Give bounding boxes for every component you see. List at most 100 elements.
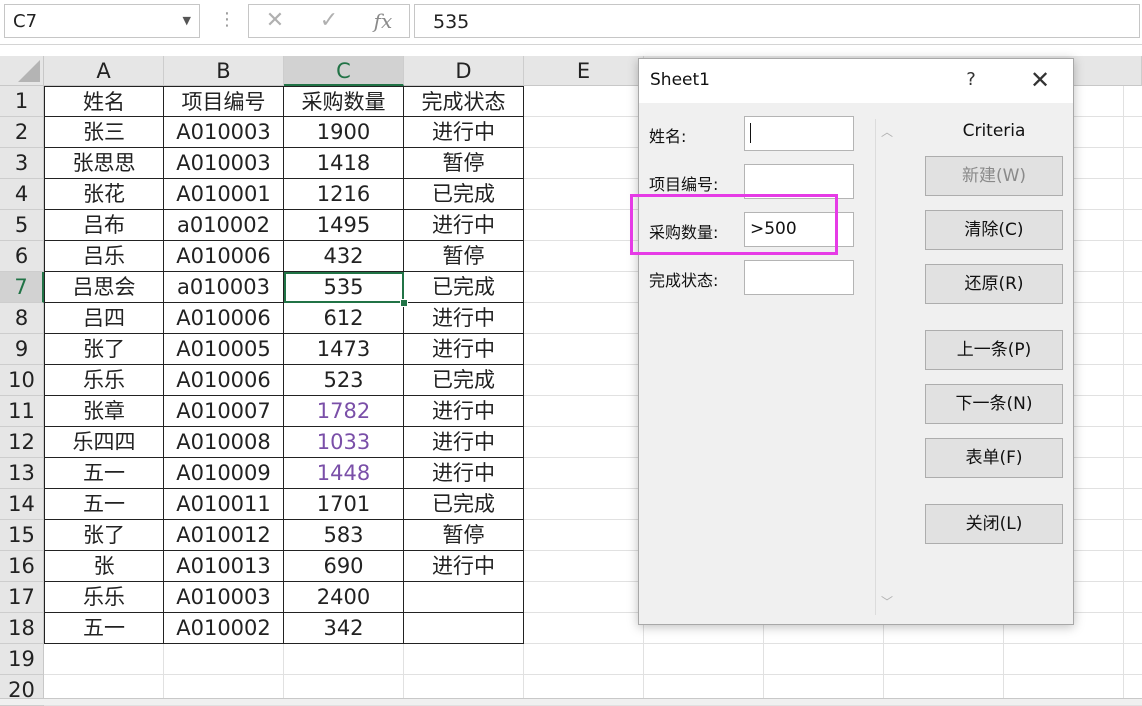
field-input-status[interactable] xyxy=(744,260,854,295)
column-header[interactable]: D xyxy=(404,56,524,86)
table-cell[interactable]: 进行中 xyxy=(404,117,524,148)
table-cell[interactable]: 进行中 xyxy=(404,458,524,489)
table-cell[interactable]: 1033 xyxy=(284,427,404,458)
table-cell[interactable] xyxy=(404,613,524,644)
table-cell[interactable]: 1701 xyxy=(284,489,404,520)
table-cell[interactable]: 乐乐 xyxy=(44,582,164,613)
table-cell[interactable]: 暂停 xyxy=(404,241,524,272)
table-cell[interactable]: 暂停 xyxy=(404,148,524,179)
select-all-corner[interactable] xyxy=(0,56,44,86)
row-header[interactable]: 3 xyxy=(0,148,44,179)
row-header[interactable]: 1 xyxy=(0,86,44,117)
form-button[interactable]: 表单(F) xyxy=(925,438,1063,478)
name-box[interactable]: C7 ▼ xyxy=(4,4,200,38)
table-cell[interactable]: 已完成 xyxy=(404,365,524,396)
formula-input[interactable]: 535 xyxy=(414,4,1140,38)
next-button[interactable]: 下一条(N) xyxy=(925,384,1063,424)
table-cell[interactable]: 乐四四 xyxy=(44,427,164,458)
row-header[interactable]: 11 xyxy=(0,396,44,427)
close-button[interactable]: 关闭(L) xyxy=(925,504,1063,544)
row-header[interactable]: 6 xyxy=(0,241,44,272)
row-header[interactable]: 5 xyxy=(0,210,44,241)
table-header-cell[interactable]: 采购数量 xyxy=(284,86,404,117)
column-header[interactable]: B xyxy=(164,56,284,86)
table-cell[interactable]: 进行中 xyxy=(404,551,524,582)
table-cell[interactable]: 1495 xyxy=(284,210,404,241)
selected-cell[interactable]: 535 xyxy=(284,272,404,303)
new-button[interactable]: 新建(W) xyxy=(925,156,1063,196)
row-header[interactable]: 2 xyxy=(0,117,44,148)
row-header[interactable]: 4 xyxy=(0,179,44,210)
table-header-cell[interactable]: 姓名 xyxy=(44,86,164,117)
row-header[interactable]: 15 xyxy=(0,520,44,551)
row-header[interactable]: 10 xyxy=(0,365,44,396)
table-cell[interactable]: 1782 xyxy=(284,396,404,427)
table-cell[interactable]: 进行中 xyxy=(404,396,524,427)
column-header[interactable]: A xyxy=(44,56,164,86)
table-cell[interactable]: 吕四 xyxy=(44,303,164,334)
table-cell[interactable]: 吕思会 xyxy=(44,272,164,303)
scroll-down-icon[interactable]: ﹀ xyxy=(881,593,893,610)
table-header-cell[interactable]: 完成状态 xyxy=(404,86,524,117)
cancel-icon[interactable]: ✕ xyxy=(255,7,295,35)
scroll-up-icon[interactable]: ︿ xyxy=(881,123,893,140)
table-header-cell[interactable]: 项目编号 xyxy=(164,86,284,117)
table-cell[interactable]: 523 xyxy=(284,365,404,396)
table-cell[interactable]: 五一 xyxy=(44,613,164,644)
prev-button[interactable]: 上一条(P) xyxy=(925,330,1063,370)
table-cell[interactable]: 1448 xyxy=(284,458,404,489)
close-icon[interactable]: ✕ xyxy=(1027,66,1053,94)
more-options-icon[interactable]: ⋮ xyxy=(218,6,236,34)
table-cell[interactable]: A010005 xyxy=(164,334,284,365)
table-cell[interactable]: 张 xyxy=(44,551,164,582)
row-header[interactable]: 8 xyxy=(0,303,44,334)
table-cell[interactable]: 已完成 xyxy=(404,489,524,520)
table-cell[interactable]: A010003 xyxy=(164,148,284,179)
dialog-titlebar[interactable]: Sheet1 ? ✕ xyxy=(639,59,1073,103)
table-cell[interactable]: 暂停 xyxy=(404,520,524,551)
column-header[interactable]: E xyxy=(524,56,644,86)
field-input-quantity[interactable]: >500 xyxy=(744,212,854,247)
row-header[interactable]: 7 xyxy=(0,272,44,303)
table-cell[interactable]: 吕布 xyxy=(44,210,164,241)
table-cell[interactable]: 583 xyxy=(284,520,404,551)
table-cell[interactable]: 吕乐 xyxy=(44,241,164,272)
table-cell[interactable]: A010011 xyxy=(164,489,284,520)
table-cell[interactable]: 1216 xyxy=(284,179,404,210)
table-cell[interactable]: 1473 xyxy=(284,334,404,365)
table-cell[interactable]: 2400 xyxy=(284,582,404,613)
table-cell[interactable]: A010002 xyxy=(164,613,284,644)
table-cell[interactable]: A010001 xyxy=(164,179,284,210)
insert-function-icon[interactable]: fx xyxy=(363,7,403,35)
table-cell[interactable]: A010006 xyxy=(164,241,284,272)
table-cell[interactable]: 1900 xyxy=(284,117,404,148)
table-cell[interactable]: A010008 xyxy=(164,427,284,458)
row-header[interactable]: 18 xyxy=(0,613,44,644)
restore-button[interactable]: 还原(R) xyxy=(925,264,1063,304)
row-header[interactable]: 12 xyxy=(0,427,44,458)
table-cell[interactable]: A010006 xyxy=(164,303,284,334)
row-header[interactable]: 14 xyxy=(0,489,44,520)
table-cell[interactable]: 612 xyxy=(284,303,404,334)
table-cell[interactable]: A010009 xyxy=(164,458,284,489)
table-cell[interactable]: 张了 xyxy=(44,334,164,365)
table-cell[interactable]: A010012 xyxy=(164,520,284,551)
table-cell[interactable]: 已完成 xyxy=(404,179,524,210)
table-cell[interactable]: a010003 xyxy=(164,272,284,303)
table-cell[interactable]: 张了 xyxy=(44,520,164,551)
table-cell[interactable]: 五一 xyxy=(44,489,164,520)
table-cell[interactable]: 342 xyxy=(284,613,404,644)
table-cell[interactable]: 张章 xyxy=(44,396,164,427)
table-cell[interactable]: 432 xyxy=(284,241,404,272)
row-header[interactable]: 13 xyxy=(0,458,44,489)
field-input-name[interactable] xyxy=(744,116,854,151)
record-scrollbar[interactable]: ︿ ﹀ xyxy=(875,119,898,615)
column-header[interactable]: C xyxy=(284,56,404,86)
table-cell[interactable]: A010007 xyxy=(164,396,284,427)
row-header[interactable]: 16 xyxy=(0,551,44,582)
table-cell[interactable]: 1418 xyxy=(284,148,404,179)
table-cell[interactable]: 张思思 xyxy=(44,148,164,179)
table-cell[interactable]: 张花 xyxy=(44,179,164,210)
row-header[interactable]: 9 xyxy=(0,334,44,365)
table-cell[interactable]: 进行中 xyxy=(404,303,524,334)
